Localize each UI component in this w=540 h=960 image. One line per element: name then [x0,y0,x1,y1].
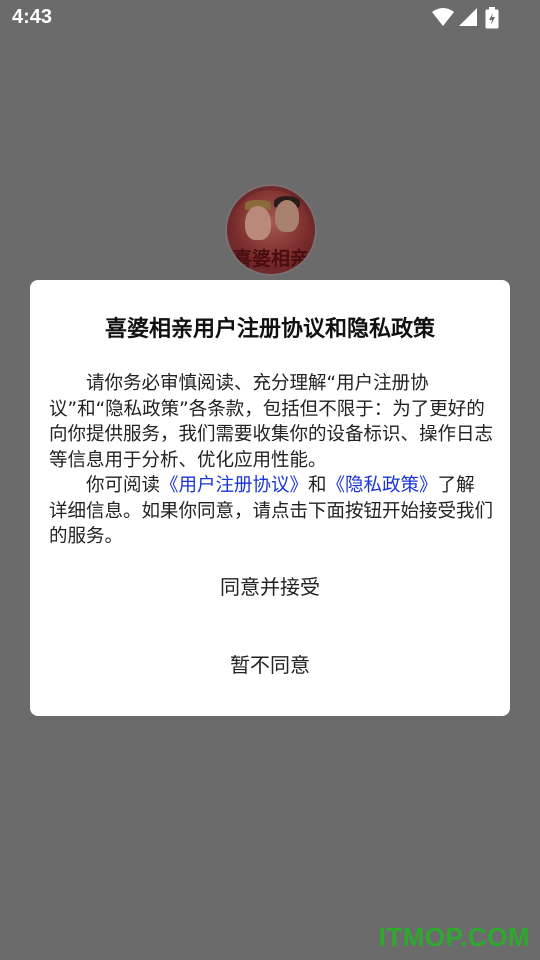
dialog-body: 请你务必审慎阅读、充分理解“用户注册协议”和“隐私政策”各条款，包括但不限于：为… [49,371,493,550]
paragraph-2-prefix: 你可阅读 [86,475,161,496]
agree-button[interactable]: 同意并接受 [30,562,510,612]
dialog-paragraph-1: 请你务必审慎阅读、充分理解“用户注册协议”和“隐私政策”各条款，包括但不限于：为… [49,373,494,471]
watermark-text: ITMOP.COM [378,922,530,952]
cell-signal-icon [458,7,478,31]
app-logo-avatar: 喜婆相亲 [225,184,317,276]
status-bar: 4:43 [0,0,540,38]
privacy-policy-link[interactable]: 《隐私政策》 [327,475,438,496]
status-icons [432,7,500,31]
privacy-dialog: 喜婆相亲用户注册协议和隐私政策 请你务必审慎阅读、充分理解“用户注册协议”和“隐… [30,280,510,716]
status-time: 4:43 [12,6,53,28]
dialog-title: 喜婆相亲用户注册协议和隐私政策 [104,317,435,342]
avatar-logo-text: 喜婆相亲 [232,248,309,270]
decline-button[interactable]: 暂不同意 [30,640,510,690]
wifi-icon [432,7,454,31]
avatar-bride-shape [245,206,271,240]
avatar-groom-shape [275,200,299,232]
user-agreement-link[interactable]: 《用户注册协议》 [160,475,308,496]
paragraph-2-and: 和 [308,475,327,496]
dialog-paragraph-2: 你可阅读《用户注册协议》和《隐私政策》了解详细信息。如果你同意，请点击下面按钮开… [49,473,493,550]
battery-charging-icon [485,7,499,33]
